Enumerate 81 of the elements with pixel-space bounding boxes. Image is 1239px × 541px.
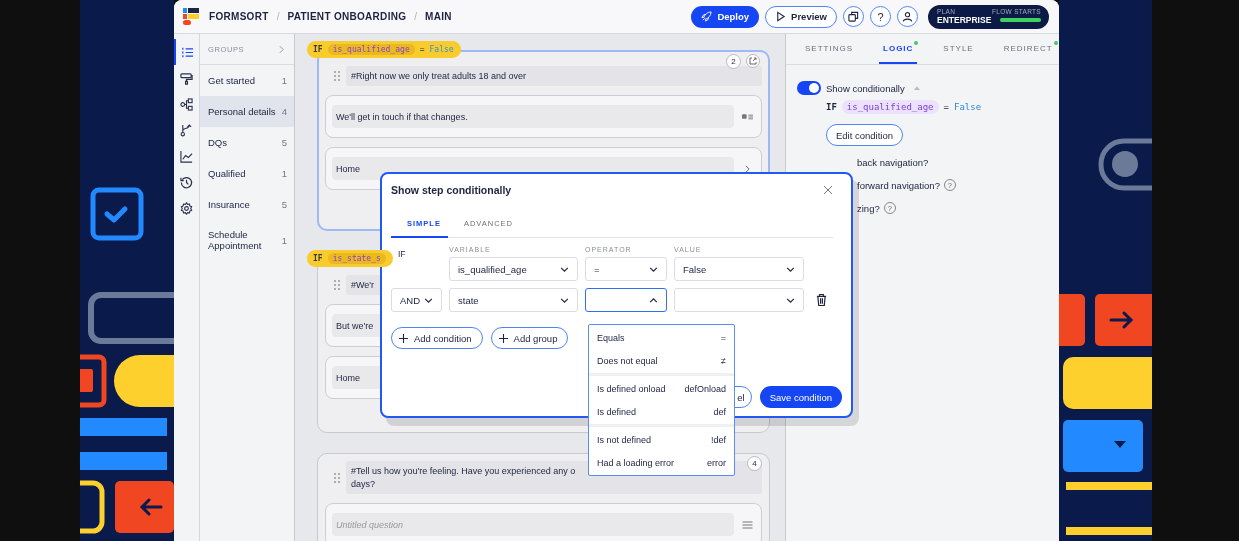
external-link-icon[interactable] [746,54,760,68]
chevron-icon [649,297,658,303]
close-icon[interactable] [823,185,833,195]
step-heading: days? [351,479,377,489]
condition-pill: IF is_qualified_age = False [307,41,461,58]
select-field[interactable]: is_qualified_age [449,257,578,281]
plan-name: ENTERPRISE [937,14,992,26]
menu-item[interactable]: Is defined onload defOnload [589,377,734,400]
toggle-label: Show conditionally [826,82,905,94]
breadcrumb-link[interactable]: FORMSORT [209,11,269,22]
question-card[interactable]: We'll get in touch if that changes. [325,95,762,138]
breadcrumb-link[interactable]: PATIENT ONBOARDING [287,11,407,22]
paint-roller-icon [180,71,193,85]
logo-icon [183,7,199,26]
group-item[interactable]: DQs 5 [200,127,294,158]
plus-icon [498,333,508,343]
history-icon [180,175,193,189]
chevron-icon [786,297,795,303]
option-label: zing? [857,202,880,214]
panel-tab[interactable]: SETTINGS [801,34,857,64]
panel-tab[interactable]: LOGIC [879,34,918,64]
nodes-icon [180,97,193,111]
step-heading-field[interactable]: #Right now we only treat adults 18 and over [346,66,762,86]
group-item[interactable]: Schedule Appointment 1 [200,220,294,260]
if-label: IF [397,249,407,259]
step-heading: #We'r [351,280,376,290]
list-icon [181,45,194,59]
add-button[interactable]: Add condition [391,327,483,349]
step-heading: #Tell us how you're feeling. Have you experienced any o [351,466,577,476]
save-condition-button[interactable]: Save condition [759,386,842,408]
copy-icon [848,11,859,22]
panel-tab[interactable]: REDIRECT [999,34,1057,64]
select-field[interactable]: = [585,257,667,281]
condition-pill: IF is_state_s [307,250,393,267]
text-block-icon [742,112,753,121]
menu-item[interactable]: Is defined def [589,400,734,423]
condition-summary: IF is_qualified_age = False [826,100,982,114]
toggle-switch[interactable] [797,81,821,95]
plus-icon [399,333,408,343]
add-button[interactable]: Add group [490,327,569,349]
preview-button[interactable]: Preview [765,5,837,28]
settings-icon [180,201,193,215]
group-item[interactable]: Get started 1 [200,65,294,96]
menu-item[interactable]: Equals = [589,326,734,349]
option-label: forward navigation? [857,179,940,191]
select-field[interactable] [585,288,667,312]
branch-icon [180,123,193,137]
breadcrumb-separator: / [276,11,280,22]
drag-handle-icon[interactable] [334,280,340,290]
chevron-icon [560,266,569,272]
question-field[interactable]: We'll get in touch if that changes. [332,105,734,128]
menu-icon [742,520,753,529]
duplicate-button[interactable] [843,6,864,27]
menu-item[interactable]: Is not defined !def [589,428,734,451]
panel-tab[interactable]: STYLE [939,34,978,64]
select-field[interactable]: AND [391,288,442,312]
select-field[interactable]: False [674,257,804,281]
chevron-icon [649,266,658,272]
rocket-icon [701,11,713,22]
deploy-button[interactable]: Deploy [691,5,760,28]
drag-handle-icon[interactable] [334,472,340,483]
breadcrumb-separator: / [414,11,418,22]
group-item[interactable]: Insurance 5 [200,189,294,220]
chevron-icon [424,297,434,303]
play-icon [775,11,787,22]
edit-condition-button[interactable]: Edit condition [826,124,904,146]
drag-handle-icon[interactable] [334,71,340,81]
chevron-icon [560,297,569,303]
menu-item[interactable]: Does not equal ≠ [589,349,734,372]
select-field[interactable]: state [449,288,578,312]
trash-icon[interactable] [816,293,827,307]
help-button[interactable]: ? [870,6,891,27]
option-label: back navigation? [857,157,929,168]
account-button[interactable] [897,6,918,27]
user-icon [902,11,913,22]
breadcrumb-link[interactable]: MAIN [425,11,452,22]
group-item[interactable]: Qualified 1 [200,158,294,189]
line-chart-icon [180,149,193,163]
step-heading: #Right now we only treat adults 18 and over [351,71,528,81]
group-item[interactable]: Personal details 4 [200,96,294,127]
chevron-icon [786,266,795,272]
